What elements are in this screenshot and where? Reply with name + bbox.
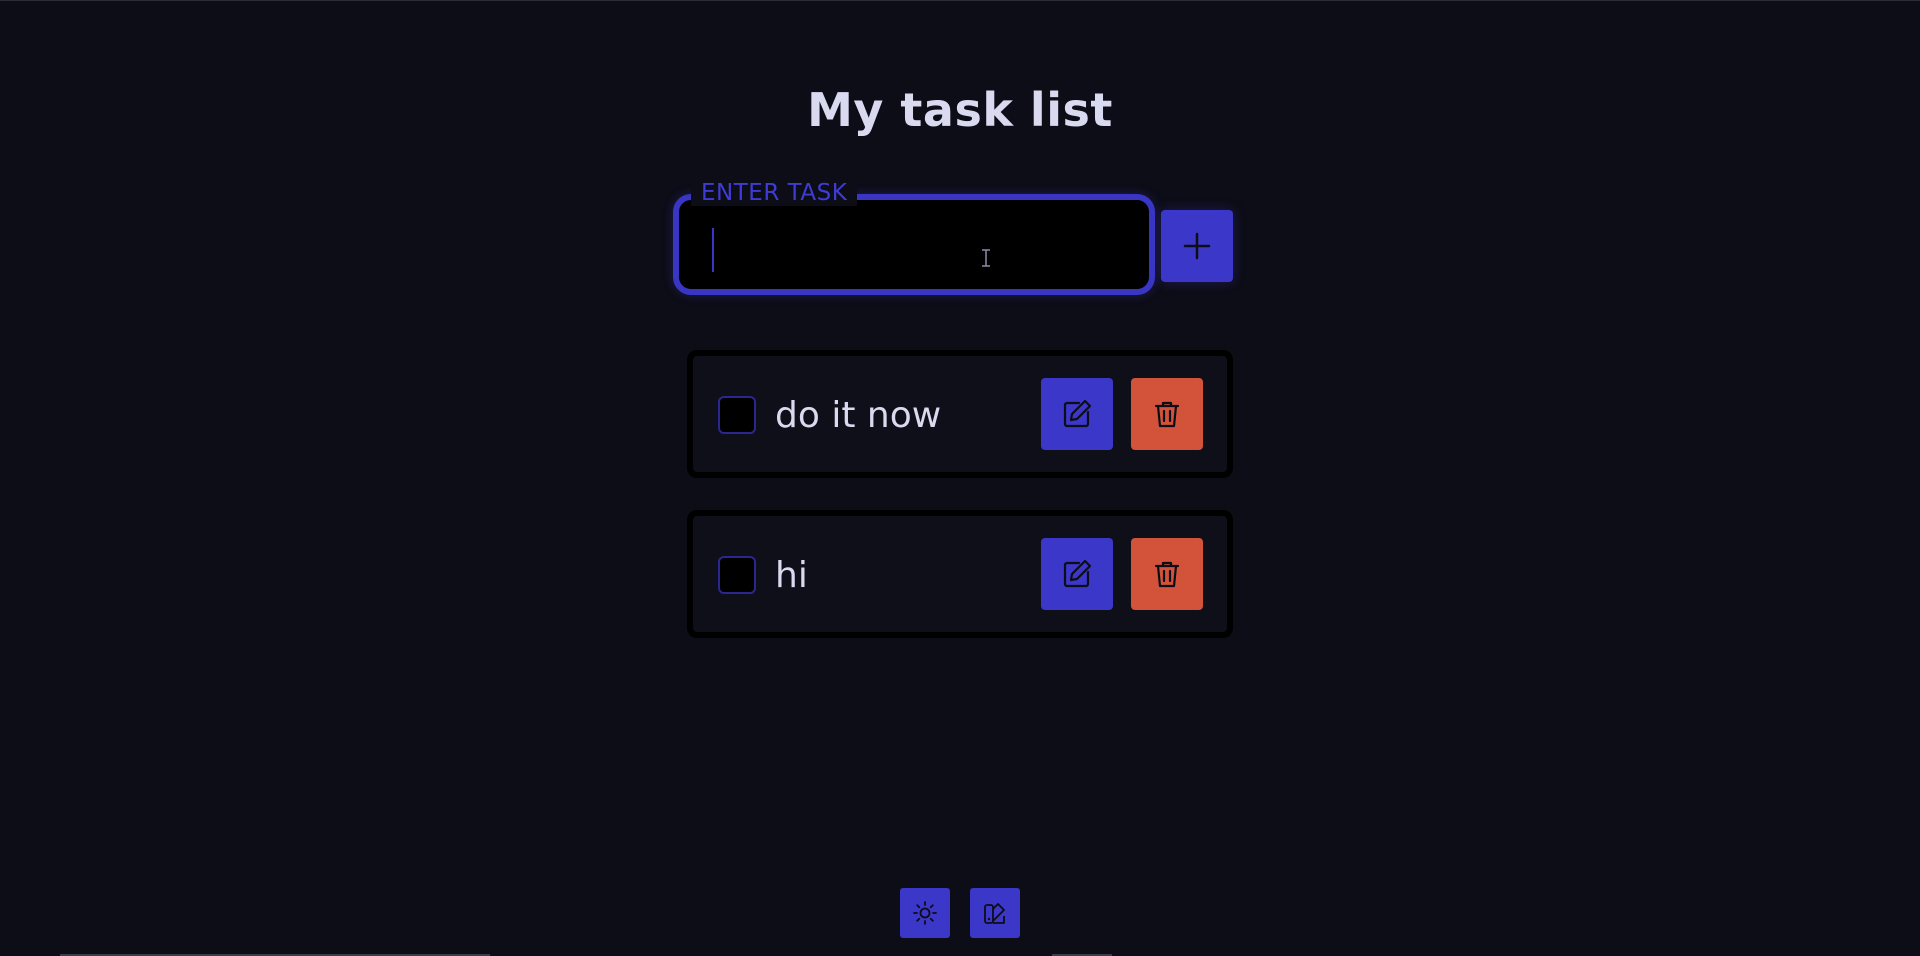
task-item: hi xyxy=(687,510,1233,638)
palette-button[interactable] xyxy=(970,888,1020,938)
task-text: do it now xyxy=(775,395,942,436)
task-input-container: ENTER TASK xyxy=(673,180,1155,295)
app-root: My task list ENTER TASK do it now hi xyxy=(0,0,1920,956)
trash-icon xyxy=(1154,561,1180,588)
task-checkbox[interactable] xyxy=(718,396,756,434)
theme-toggle-button[interactable] xyxy=(900,888,950,938)
palette-icon xyxy=(984,903,1005,924)
pencil-icon xyxy=(1063,399,1092,428)
edit-task-button[interactable] xyxy=(1041,538,1113,610)
delete-task-button[interactable] xyxy=(1131,538,1203,610)
task-text: hi xyxy=(775,555,808,596)
edit-task-button[interactable] xyxy=(1041,378,1113,450)
ibeam-cursor-icon xyxy=(982,249,990,267)
delete-task-button[interactable] xyxy=(1131,378,1203,450)
task-input[interactable] xyxy=(685,206,1143,283)
plus-icon xyxy=(1183,232,1211,260)
task-item: do it now xyxy=(687,350,1233,478)
text-caret xyxy=(712,228,714,272)
trash-icon xyxy=(1154,401,1180,428)
pencil-icon xyxy=(1063,559,1092,588)
sun-icon xyxy=(913,901,937,925)
page-title: My task list xyxy=(807,83,1113,137)
task-input-label: ENTER TASK xyxy=(691,180,858,206)
task-checkbox[interactable] xyxy=(718,556,756,594)
add-task-button[interactable] xyxy=(1161,210,1233,282)
